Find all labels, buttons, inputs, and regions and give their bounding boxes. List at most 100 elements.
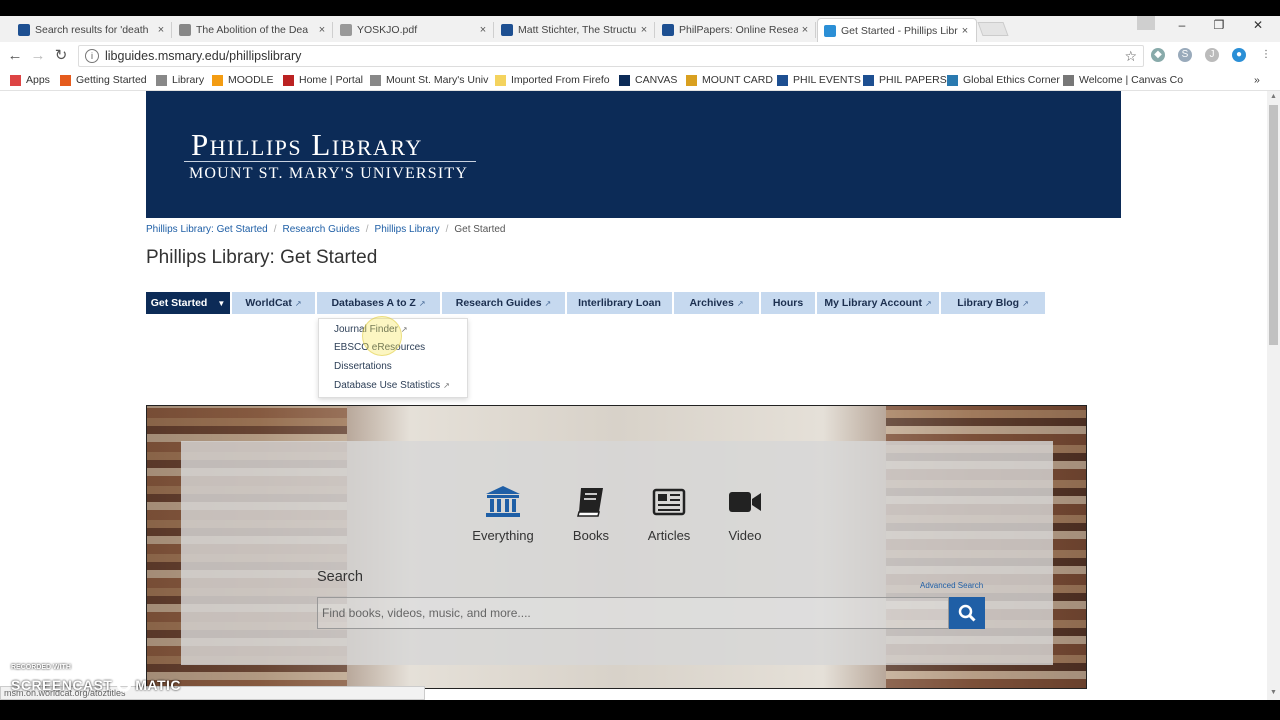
tab-title: Search results for 'death: [35, 24, 149, 36]
dropdown-item-label: Database Use Statistics: [334, 380, 441, 391]
browser-tab[interactable]: YOSKJO.pdf ×: [334, 18, 494, 42]
library-banner[interactable]: Phillips Library Mount St. Mary's Univer…: [146, 91, 1121, 218]
bookmark-icon: [495, 74, 506, 86]
bookmark-item[interactable]: PHIL EVENTS: [777, 72, 861, 88]
scroll-down-icon[interactable]: ▼: [1270, 689, 1277, 696]
close-tab-icon[interactable]: ×: [476, 24, 490, 36]
category-label: Articles: [647, 528, 691, 543]
bookmark-item[interactable]: MOODLE: [212, 72, 274, 88]
close-window-icon[interactable]: ✕: [1248, 18, 1268, 32]
bookmark-item[interactable]: Home | Portal: [283, 72, 363, 88]
bookmarks-overflow-icon[interactable]: »: [1254, 72, 1260, 88]
dropdown-item[interactable]: Database Use Statistics ↗: [334, 380, 450, 391]
restore-icon[interactable]: ❐: [1209, 18, 1229, 32]
search-input[interactable]: Find books, videos, music, and more....: [317, 597, 949, 629]
browser-tab[interactable]: Search results for 'death ×: [12, 18, 172, 42]
nav-tab[interactable]: WorldCat ↗: [232, 292, 315, 314]
banner-subtitle: Mount St. Mary's University: [189, 165, 469, 182]
extension-icon[interactable]: J: [1205, 48, 1219, 62]
external-link-icon: ↗: [418, 298, 426, 308]
browser-tab[interactable]: PhilPapers: Online Resea ×: [656, 18, 816, 42]
nav-tab[interactable]: Archives ↗: [674, 292, 759, 314]
bookmark-item[interactable]: Apps: [10, 72, 50, 88]
close-tab-icon[interactable]: ×: [958, 25, 972, 37]
bookmark-item[interactable]: Mount St. Mary's Univ: [370, 72, 488, 88]
bookmark-icon: [283, 74, 294, 86]
screencast-extension-icon[interactable]: ●: [1232, 48, 1246, 62]
reload-icon[interactable]: ↻: [51, 46, 71, 66]
bookmark-item[interactable]: PHIL PAPERS: [863, 72, 947, 88]
category-video[interactable]: Video: [705, 485, 785, 543]
nav-tab[interactable]: Get Started ▼: [146, 292, 230, 314]
close-tab-icon[interactable]: ×: [798, 24, 812, 36]
nav-tab-label: Hours: [772, 297, 804, 309]
minimize-icon[interactable]: –: [1172, 18, 1192, 32]
category-articles[interactable]: Articles: [629, 485, 709, 543]
bookmark-star-icon[interactable]: ☆: [1124, 48, 1137, 65]
bookmark-icon: [863, 74, 874, 86]
bookmark-item[interactable]: Library: [156, 72, 204, 88]
tab-separator: [654, 22, 655, 38]
bookmark-label: Imported From Firefo: [511, 74, 610, 86]
browser-tab[interactable]: Matt Stichter, The Structu ×: [495, 18, 655, 42]
page-title: Phillips Library: Get Started: [146, 247, 378, 268]
external-link-icon: ↗: [736, 298, 744, 308]
skype-extension-icon[interactable]: S: [1178, 48, 1192, 62]
video-camera-icon: [729, 492, 761, 512]
breadcrumb: Phillips Library: Get Started / Research G…: [146, 224, 506, 235]
external-link-icon: ↗: [294, 298, 302, 308]
page-scrollbar[interactable]: ▲ ▼: [1267, 91, 1280, 700]
bookmark-icon: [370, 74, 381, 86]
dropbox-extension-icon[interactable]: ◆: [1151, 48, 1165, 62]
category-books[interactable]: Books: [551, 485, 631, 543]
bookmark-item[interactable]: MOUNT CARD: [686, 72, 773, 88]
advanced-search-link[interactable]: Advanced Search: [920, 581, 983, 590]
breadcrumb-link[interactable]: Phillips Library: [375, 224, 440, 235]
bookmark-item[interactable]: CANVAS: [619, 72, 677, 88]
nav-tab-label: Interlibrary Loan: [578, 297, 661, 309]
external-link-icon: ↗: [443, 381, 450, 390]
browser-tab[interactable]: Get Started - Phillips Libr ×: [817, 18, 977, 42]
search-panel: Everything Books Articles Video Search A…: [181, 441, 1053, 665]
nav-tab[interactable]: Databases A to Z ↗: [317, 292, 440, 314]
search-button[interactable]: [949, 597, 985, 629]
caret-down-icon[interactable]: ▼: [217, 299, 225, 308]
breadcrumb-link[interactable]: Phillips Library: Get Started: [146, 224, 268, 235]
watermark-caption: RECORDED WITH: [11, 664, 71, 671]
close-tab-icon[interactable]: ×: [315, 24, 329, 36]
bookmark-item[interactable]: Getting Started: [60, 72, 147, 88]
bookmark-item[interactable]: Global Ethics Corner: [947, 72, 1060, 88]
bookmark-label: Welcome | Canvas Co: [1079, 74, 1184, 86]
profile-icon[interactable]: [1137, 16, 1155, 30]
category-everything[interactable]: Everything: [463, 485, 543, 543]
bookmark-item[interactable]: Welcome | Canvas Co: [1063, 72, 1183, 88]
cursor-highlight: [362, 316, 402, 356]
site-info-icon[interactable]: i: [85, 49, 99, 63]
menu-icon[interactable]: ⋮: [1259, 48, 1273, 62]
forward-icon[interactable]: →: [28, 46, 48, 66]
close-tab-icon[interactable]: ×: [637, 24, 651, 36]
breadcrumb-separator: /: [273, 224, 277, 235]
breadcrumb-link[interactable]: Research Guides: [283, 224, 360, 235]
category-label: Everything: [472, 528, 534, 543]
nav-tab[interactable]: Library Blog ↗: [941, 292, 1045, 314]
bookmark-label: Mount St. Mary's Univ: [386, 74, 489, 86]
nav-tab[interactable]: My Library Account ↗: [817, 292, 939, 314]
bookmark-item[interactable]: Imported From Firefo: [495, 72, 610, 88]
dropdown-item[interactable]: Dissertations: [334, 361, 392, 372]
tab-favicon-icon: [501, 24, 513, 36]
address-bar[interactable]: i libguides.msmary.edu/phillipslibrary ☆: [78, 45, 1144, 67]
scroll-up-icon[interactable]: ▲: [1270, 93, 1277, 100]
browser-tab[interactable]: The Abolition of the Dea ×: [173, 18, 333, 42]
tab-favicon-icon: [662, 24, 674, 36]
tab-title: PhilPapers: Online Resea: [679, 24, 798, 36]
scrollbar-thumb[interactable]: [1269, 105, 1278, 345]
external-link-icon: ↗: [544, 298, 552, 308]
new-tab-button[interactable]: [977, 22, 1009, 36]
nav-tab[interactable]: Hours: [761, 292, 815, 314]
nav-tab[interactable]: Research Guides ↗: [442, 292, 565, 314]
nav-tab[interactable]: Interlibrary Loan: [567, 292, 672, 314]
close-tab-icon[interactable]: ×: [154, 24, 168, 36]
back-icon[interactable]: ←: [5, 46, 25, 66]
tab-title: The Abolition of the Dea: [196, 24, 309, 36]
